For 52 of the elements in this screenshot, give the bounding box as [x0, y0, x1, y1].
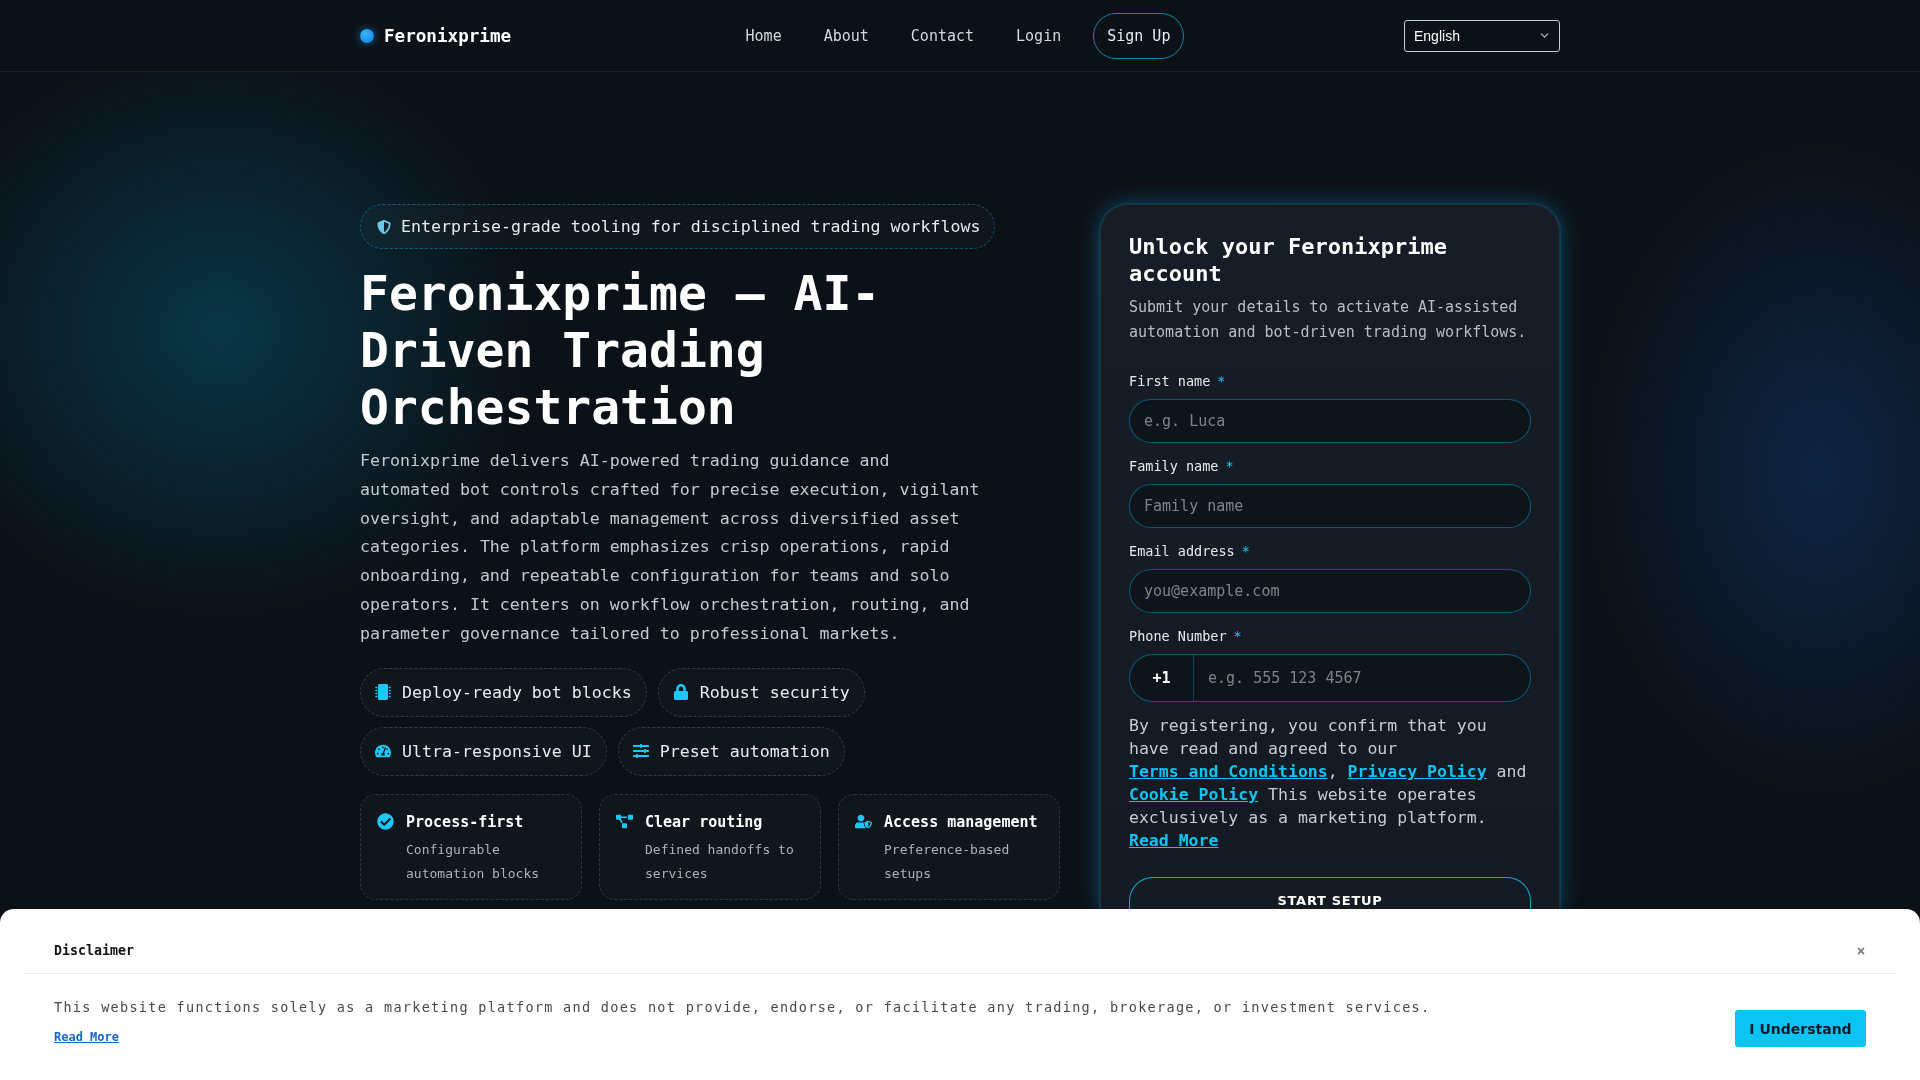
form-title: Unlock your Feronixprime account [1129, 233, 1448, 287]
sliders-icon [632, 743, 649, 760]
microchip-icon [375, 684, 391, 701]
input-field[interactable]: e.g. Luca [1129, 399, 1531, 443]
language-select[interactable]: English [1404, 19, 1560, 52]
feature-description: Configurable automation blocks [406, 840, 541, 884]
required-mark: * [1225, 457, 1234, 475]
chip-label: Robust security [699, 682, 850, 702]
lock-icon [672, 684, 689, 701]
field-label: Email address [1129, 542, 1235, 560]
required-mark: * [1241, 542, 1250, 560]
required-mark: * [1233, 627, 1242, 645]
feature-description: Preference-based setups [884, 840, 1011, 884]
chip-label: Deploy-ready bot blocks [402, 682, 632, 702]
hero-title: Feronixprime — AI-Driven Trading Orchestration [360, 265, 882, 436]
consent-link[interactable]: Terms and Conditions [1129, 762, 1328, 781]
read-more-link[interactable]: Read More [54, 1029, 120, 1045]
nav-link[interactable]: Login [1006, 18, 1072, 53]
disclaimer-title: Disclaimer [54, 943, 135, 959]
gauge-icon [375, 743, 391, 760]
consent-text: By registering, you confirm that you have read and agreed to our Terms and Conditions, Privacy Policy and Cookie Policy This website operates exclusively as a marketing platform. Read More [1129, 715, 1528, 852]
hero-description: Feronixprime delivers AI-powered trading guidance and automated bot controls crafted for precise execution, vigilant oversight, and adaptable management across diversified asset categories. The platform emphasizes crisp operations, rapid onboarding, and repeatable configuration for teams and solo operators. It centers on workflow orchestration, routing, and parameter governance tailored to professional markets. [360, 450, 981, 645]
field-label: Phone Number [1129, 627, 1227, 645]
field-label: Family name [1129, 457, 1219, 475]
consent-link[interactable]: Cookie Policy [1129, 785, 1259, 804]
input-field[interactable]: Family name [1129, 484, 1531, 528]
feature-title: Process-first [406, 811, 525, 832]
user-shield-icon [855, 812, 872, 830]
nav-link[interactable]: Contact [900, 18, 985, 53]
chip-label: Ultra-responsive UI [402, 741, 592, 761]
diagram-icon [616, 812, 633, 830]
phone-field[interactable]: +1 e.g. 555 123 4567 [1129, 654, 1531, 702]
country-code[interactable]: +1 [1130, 655, 1194, 701]
feature-title: Clear routing [645, 811, 764, 832]
understand-button[interactable]: I Understand [1735, 1010, 1866, 1047]
shield-icon [377, 219, 391, 234]
close-icon[interactable] [1856, 946, 1866, 956]
form-subtitle: Submit your details to activate AI-assisted automation and bot-driven trading workflows. [1129, 297, 1528, 343]
consent-link[interactable]: Privacy Policy [1347, 762, 1487, 781]
logo-text[interactable]: Feronixprime [384, 25, 512, 46]
required-mark: * [1217, 372, 1226, 390]
disclaimer-text: This website functions solely as a marketing platform and does not provide, endorse, or facilitate any trading, brokerage, or investment services. [54, 999, 1431, 1016]
input-field[interactable]: you@example.com [1129, 569, 1531, 613]
badge-text: Enterprise-grade tooling for disciplined trading workflows [401, 217, 981, 236]
feature-title: Access management [884, 811, 1039, 832]
consent-link[interactable]: Read More [1129, 831, 1219, 850]
field-label: First name [1129, 372, 1211, 390]
feature-description: Defined handoffs to services [645, 840, 795, 884]
nav-link[interactable]: About [813, 18, 879, 53]
chip-label: Preset automation [659, 741, 830, 761]
logo-dot-icon [360, 28, 374, 43]
nav-link[interactable]: Home [735, 18, 792, 53]
